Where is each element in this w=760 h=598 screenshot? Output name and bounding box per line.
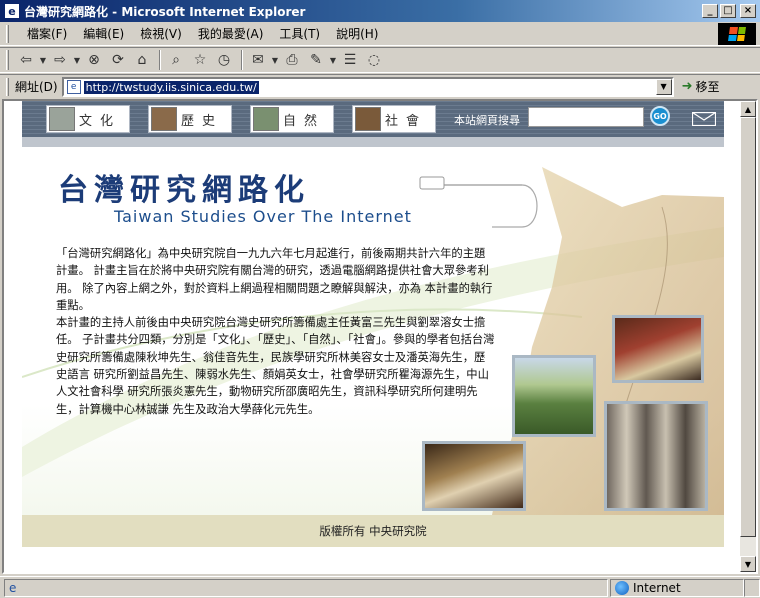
window-titlebar[interactable]: e 台灣研究網路化 - Microsoft Internet Explorer … (0, 0, 760, 22)
hero-section: 台灣研究網路化 Taiwan Studies Over The Internet… (22, 147, 724, 515)
back-icon[interactable]: ⇦ (15, 49, 37, 71)
toolbar-separator (159, 50, 161, 70)
edit-icon[interactable]: ✎ (305, 49, 327, 71)
addressbar-grip[interactable] (6, 77, 9, 96)
toolbar-separator (241, 50, 243, 70)
site-title-english: Taiwan Studies Over The Internet (114, 207, 412, 226)
photo-theatre-performance (612, 315, 704, 383)
forward-dropdown-icon[interactable]: ▼ (73, 49, 81, 71)
site-nav-bar: 文化 歷史 自然 社會 本站網頁搜尋 GO (22, 101, 724, 137)
site-footer: 版權所有 中央研究院 (22, 515, 724, 547)
mail-icon[interactable] (692, 112, 716, 126)
menu-tools[interactable]: 工具(T) (271, 23, 328, 44)
toolbar-grip[interactable] (6, 50, 9, 70)
mail-icon[interactable]: ✉ (247, 49, 269, 71)
status-text: e (4, 578, 608, 597)
edit-dropdown-icon[interactable]: ▼ (329, 49, 337, 71)
back-dropdown-icon[interactable]: ▼ (39, 49, 47, 71)
favorites-icon[interactable]: ☆ (189, 49, 211, 71)
photo-landscape (512, 355, 596, 437)
nav-society-label: 社會 (385, 113, 428, 129)
address-label: 網址(D) (15, 80, 58, 94)
menu-file[interactable]: 檔案(F) (19, 23, 75, 44)
menu-favorites[interactable]: 我的最愛(A) (190, 23, 272, 44)
page-icon: e (66, 79, 81, 94)
status-bar: e Internet (0, 576, 760, 598)
nav-nature-thumb (253, 107, 279, 131)
page-viewport[interactable]: 文化 歷史 自然 社會 本站網頁搜尋 GO 台灣研究網路化 Taiwan Stu… (2, 99, 758, 574)
site-search-go-button[interactable]: GO (650, 106, 670, 126)
menu-bar: 檔案(F) 編輯(E) 檢視(V) 我的最愛(A) 工具(T) 說明(H) (0, 22, 760, 46)
messenger-icon[interactable]: ◌ (363, 49, 385, 71)
site-search-label: 本站網頁搜尋 (454, 114, 520, 127)
window-title: 台灣研究網路化 - Microsoft Internet Explorer (24, 4, 306, 19)
nav-tab-culture[interactable]: 文化 (46, 105, 130, 133)
site-title-chinese: 台灣研究網路化 (58, 173, 310, 208)
close-button[interactable]: × (740, 4, 756, 18)
nav-society-thumb (355, 107, 381, 131)
scroll-thumb[interactable] (740, 117, 756, 537)
discuss-icon[interactable]: ☰ (339, 49, 361, 71)
mail-dropdown-icon[interactable]: ▼ (271, 49, 279, 71)
nav-history-label: 歷史 (181, 113, 224, 129)
nav-tab-nature[interactable]: 自然 (250, 105, 334, 133)
home-icon[interactable]: ⌂ (131, 49, 153, 71)
minimize-button[interactable]: _ (702, 4, 718, 18)
menu-help[interactable]: 說明(H) (328, 23, 386, 44)
go-label: 移至 (695, 80, 720, 94)
nav-nature-label: 自然 (283, 113, 326, 129)
zone-label: Internet (633, 580, 681, 595)
maximize-button[interactable]: □ (720, 4, 736, 18)
nav-history-thumb (151, 107, 177, 131)
nav-tab-history[interactable]: 歷史 (148, 105, 232, 133)
menubar-grip[interactable] (6, 24, 9, 43)
nav-culture-label: 文化 (79, 113, 122, 129)
intro-paragraph: 本計畫的主持人前後由中央研究院台灣史研究所籌備處主任黃富三先生與劉翠溶女士擔任。… (56, 316, 495, 416)
intro-text: 「台灣研究網路化」為中央研究院自一九九六年七月起進行，前後兩期共計六年的主題計畫… (56, 245, 496, 418)
page-done-icon: e (9, 580, 17, 595)
resize-grip-icon[interactable] (744, 578, 760, 597)
go-button[interactable]: ➜ 移至 (682, 78, 720, 95)
windows-logo-icon (718, 22, 756, 45)
scroll-down-icon[interactable]: ▼ (740, 556, 756, 572)
nav-tab-society[interactable]: 社會 (352, 105, 436, 133)
standard-toolbar: ⇦ ▼ ⇨ ▼ ⊗ ⟳ ⌂ ⌕ ☆ ◷ ✉ ▼ ⎙ ✎ ▼ ☰ ◌ (0, 47, 760, 73)
search-icon[interactable]: ⌕ (165, 49, 187, 71)
print-icon[interactable]: ⎙ (281, 49, 303, 71)
site-page: 文化 歷史 自然 社會 本站網頁搜尋 GO 台灣研究網路化 Taiwan Stu… (22, 101, 724, 572)
photo-opera-stage (422, 441, 526, 511)
globe-icon (615, 580, 629, 595)
forward-icon[interactable]: ⇨ (49, 49, 71, 71)
ie-logo-icon: e (4, 3, 20, 19)
nav-culture-thumb (49, 107, 75, 131)
intro-paragraph: 「台灣研究網路化」為中央研究院自一九九六年七月起進行，前後兩期共計六年的主題計畫… (56, 247, 493, 312)
stop-icon[interactable]: ⊗ (83, 49, 105, 71)
address-url-text: http://twstudy.iis.sinica.edu.tw/ (83, 80, 259, 94)
address-bar: 網址(D) e http://twstudy.iis.sinica.edu.tw… (0, 74, 760, 98)
site-search-input[interactable] (528, 107, 644, 127)
history-icon[interactable]: ◷ (213, 49, 235, 71)
photo-historic-indigenous (604, 401, 708, 511)
menu-view[interactable]: 檢視(V) (132, 23, 190, 44)
address-box[interactable]: e http://twstudy.iis.sinica.edu.tw/ ▼ (61, 76, 674, 97)
vertical-scrollbar[interactable]: ▲ ▼ (740, 101, 756, 572)
menu-edit[interactable]: 編輯(E) (75, 23, 132, 44)
scroll-up-icon[interactable]: ▲ (740, 101, 756, 117)
security-zone: Internet (610, 578, 744, 597)
refresh-icon[interactable]: ⟳ (107, 49, 129, 71)
go-arrow-icon: ➜ (681, 79, 693, 94)
nav-divider-band (22, 137, 724, 147)
address-dropdown-icon[interactable]: ▼ (655, 78, 672, 95)
